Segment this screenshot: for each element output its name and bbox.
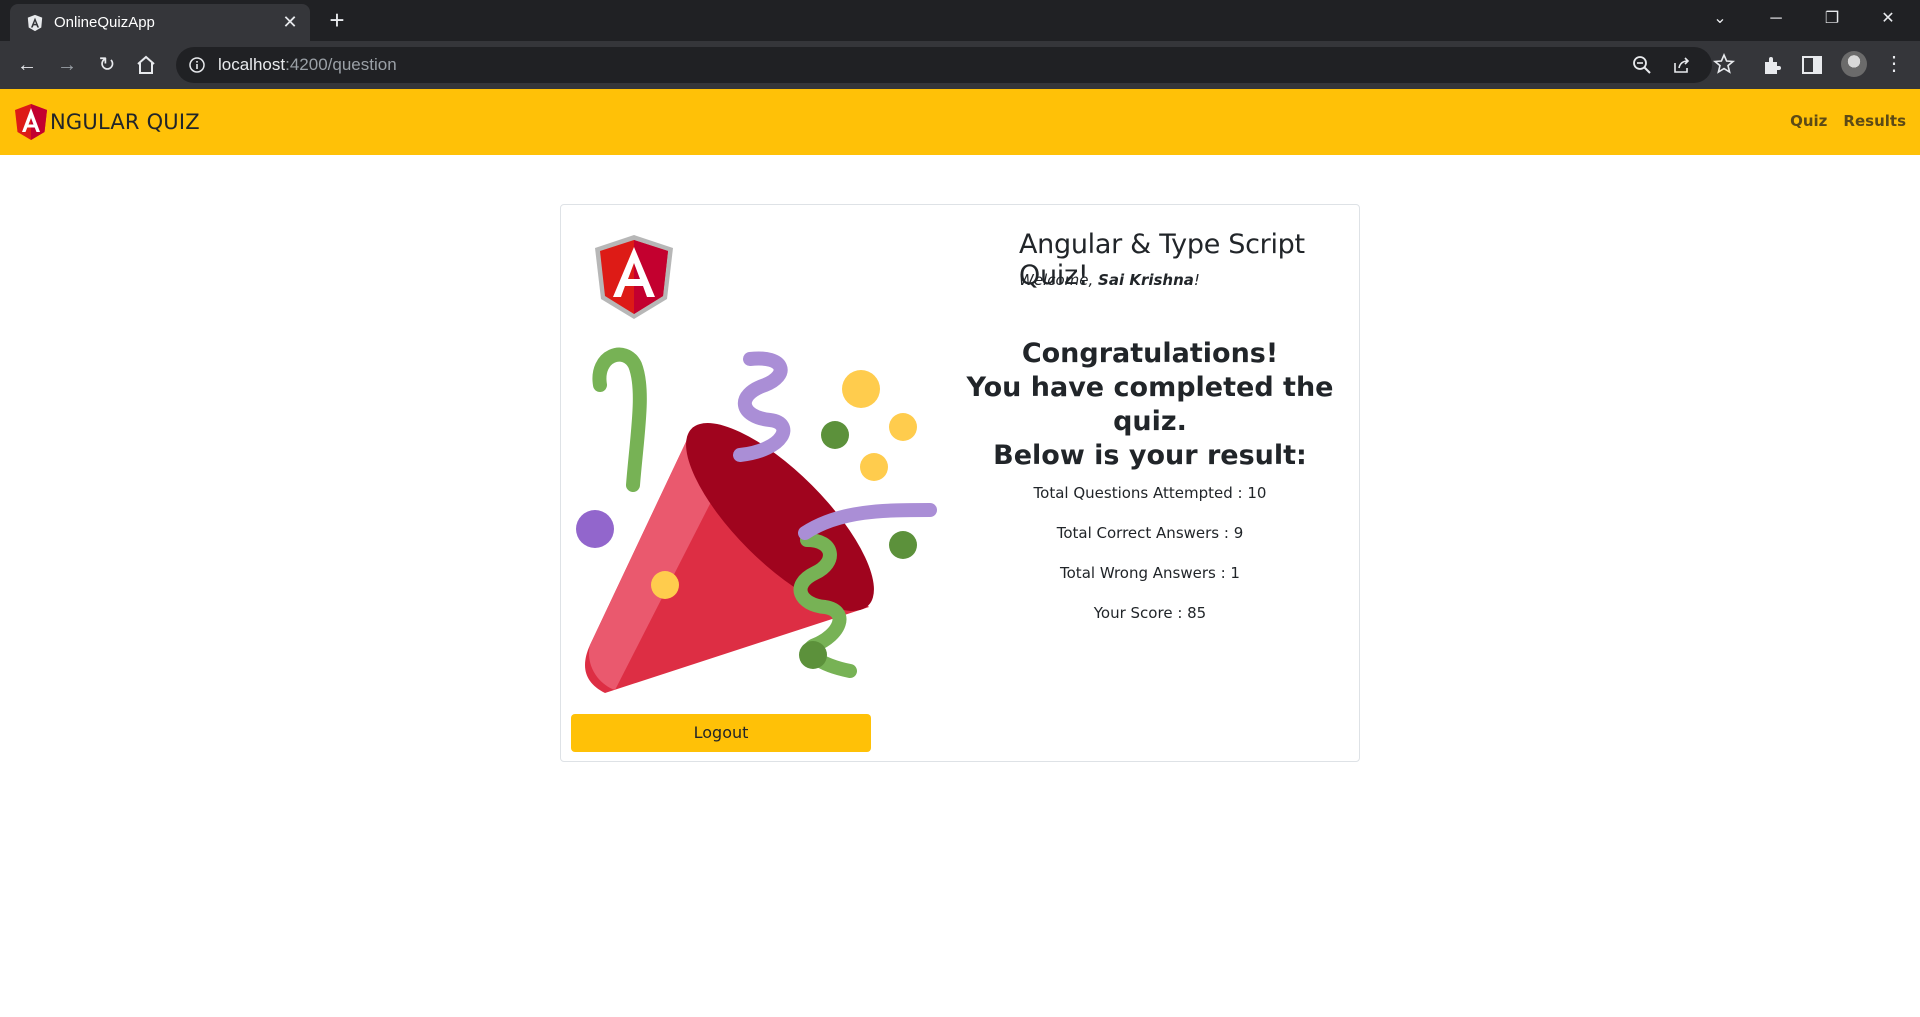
stat-score: Your Score : 85: [1093, 604, 1207, 622]
congrats-line-1: Congratulations!: [1021, 338, 1279, 369]
nav-link-results[interactable]: Results: [1843, 112, 1906, 130]
browser-tab[interactable]: OnlineQuizApp ✕: [10, 4, 310, 41]
forward-icon[interactable]: →: [53, 51, 81, 79]
user-name: Sai Krishna: [1098, 271, 1194, 289]
nav-links: Quiz Results: [1790, 112, 1906, 130]
site-info-icon[interactable]: [188, 56, 206, 74]
url-text: localhost:4200/question: [218, 55, 397, 74]
zoom-icon[interactable]: [1632, 55, 1652, 75]
angular-shield-logo-icon: [595, 235, 673, 319]
browser-tab-bar: OnlineQuizApp ✕ + ⌄ ─ ❐ ✕: [0, 0, 1920, 41]
home-icon[interactable]: [134, 53, 158, 77]
close-window-button[interactable]: ✕: [1860, 0, 1916, 37]
share-icon[interactable]: [1672, 55, 1692, 75]
stat-correct-answers: Total Correct Answers : 9: [1056, 524, 1244, 542]
back-icon[interactable]: ←: [13, 51, 41, 79]
welcome-text: Welcome, Sai Krishna!: [1019, 271, 1200, 289]
restore-button[interactable]: ❐: [1804, 0, 1860, 37]
tab-search-icon[interactable]: ⌄: [1692, 0, 1748, 37]
brand-text: NGULAR QUIZ: [50, 110, 200, 134]
result-block: Congratulations! You have completed the …: [941, 337, 1359, 623]
browser-toolbar: ← → ↻ localhost:4200/question: [0, 41, 1920, 89]
tab-close-icon[interactable]: ✕: [280, 12, 300, 32]
brand[interactable]: NGULAR QUIZ: [14, 103, 200, 141]
tab-title: OnlineQuizApp: [54, 14, 155, 31]
extensions-icon[interactable]: [1760, 53, 1784, 77]
new-tab-button[interactable]: +: [322, 6, 352, 36]
angular-logo-icon: [15, 104, 47, 140]
nav-link-quiz[interactable]: Quiz: [1790, 112, 1827, 130]
bookmark-star-icon[interactable]: [1712, 52, 1736, 76]
stat-wrong-answers: Total Wrong Answers : 1: [1060, 564, 1240, 582]
congrats-line-2: You have completed the quiz.: [966, 372, 1334, 437]
congrats-line-3: Below is your result:: [993, 440, 1307, 471]
angular-favicon-icon: [27, 14, 43, 32]
browser-menu-icon[interactable]: ⋮: [1884, 51, 1904, 77]
logout-button[interactable]: Logout: [571, 714, 871, 752]
side-panel-icon[interactable]: [1800, 53, 1824, 77]
party-popper-icon: [576, 347, 937, 693]
stat-questions-attempted: Total Questions Attempted : 10: [1033, 484, 1267, 502]
result-card: Angular & Type Script Quiz! Welcome, Sai…: [560, 204, 1360, 762]
address-bar[interactable]: localhost:4200/question: [176, 47, 1712, 83]
app-navbar: NGULAR QUIZ Quiz Results: [0, 89, 1920, 155]
profile-avatar[interactable]: [1841, 51, 1867, 77]
reload-icon[interactable]: ↻: [93, 51, 121, 79]
minimize-button[interactable]: ─: [1748, 0, 1804, 37]
